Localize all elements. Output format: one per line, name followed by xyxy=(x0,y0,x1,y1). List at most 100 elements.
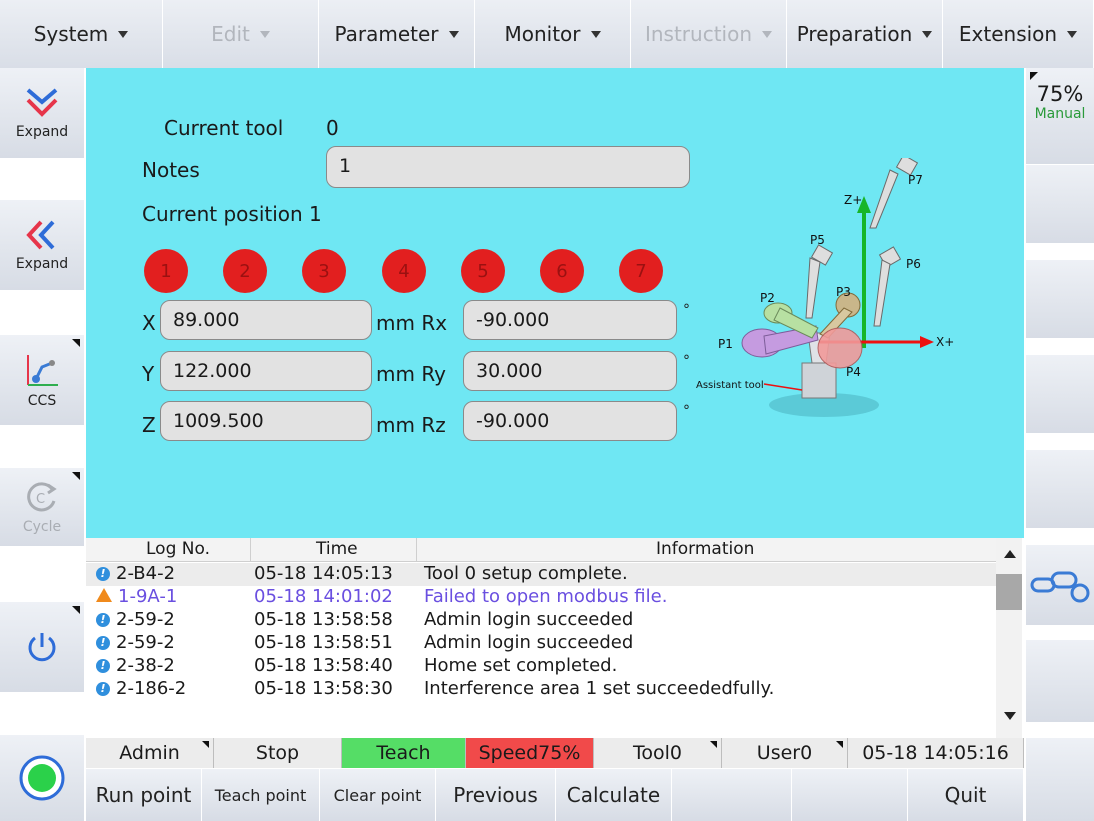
scrollbar-thumb[interactable] xyxy=(996,574,1022,610)
log-row[interactable]: ! 2-38-2 05-18 13:58:40 Home set complete… xyxy=(86,655,996,678)
scroll-up-icon[interactable] xyxy=(1004,550,1016,558)
tool-status[interactable]: Tool0 xyxy=(594,738,722,768)
log-no: 2-38-2 xyxy=(116,655,175,676)
log-row[interactable]: ! 2-B4-2 05-18 14:05:13 Tool 0 setup comp… xyxy=(86,563,996,586)
run-status-button[interactable] xyxy=(0,735,84,821)
datetime-status: 05-18 14:05:16 xyxy=(848,738,1024,768)
log-info: Tool 0 setup complete. xyxy=(424,563,628,584)
notes-input[interactable]: 1 xyxy=(326,146,690,188)
current-position-label: Current position 1 xyxy=(142,202,322,226)
point-button-6[interactable]: 6 xyxy=(540,249,584,293)
right-button-5[interactable] xyxy=(1026,450,1094,528)
previous-button[interactable]: Previous xyxy=(436,769,556,821)
run-state-status: Stop xyxy=(214,738,342,768)
right-button-7[interactable] xyxy=(1026,640,1094,722)
datetime-label: 05-18 14:05:16 xyxy=(862,742,1009,764)
log-row[interactable]: 1-9A-1 05-18 14:01:02 Failed to open mod… xyxy=(86,586,996,609)
warning-icon xyxy=(96,588,112,602)
point-button-3[interactable]: 3 xyxy=(302,249,346,293)
chevron-down-icon xyxy=(259,30,270,38)
svg-text:C: C xyxy=(36,492,45,507)
log-col-no: Log No. xyxy=(146,539,210,559)
teach-point-button[interactable]: Teach point xyxy=(202,769,320,821)
ccs-label: CCS xyxy=(27,393,57,409)
point-button-5[interactable]: 5 xyxy=(461,249,505,293)
chevron-down-icon xyxy=(448,30,459,38)
rz-input[interactable]: -90.000 xyxy=(463,401,677,441)
mode-status: Teach xyxy=(342,738,466,768)
x-label: X xyxy=(142,311,156,335)
log-info: Admin login succeeded xyxy=(424,609,634,630)
cycle-icon: C xyxy=(27,482,57,512)
right-button-4[interactable] xyxy=(1026,355,1094,433)
rx-label: mm Rx xyxy=(376,311,448,335)
empty-button-1[interactable] xyxy=(672,769,792,821)
dropdown-corner-icon xyxy=(72,472,80,480)
ry-input[interactable]: 30.000 xyxy=(463,351,677,391)
log-scrollbar[interactable] xyxy=(996,538,1022,738)
status-light-icon xyxy=(19,755,65,801)
speed-label: Speed75% xyxy=(478,742,581,764)
double-chevron-left-icon xyxy=(26,220,55,250)
expand-down-button[interactable]: Expand xyxy=(0,68,84,158)
point-button-4[interactable]: 4 xyxy=(382,249,426,293)
right-button-2[interactable] xyxy=(1026,165,1094,243)
point-button-1[interactable]: 1 xyxy=(144,249,188,293)
menu-preparation[interactable]: Preparation xyxy=(787,0,943,68)
ccs-button[interactable]: CCS xyxy=(0,335,84,425)
quit-button[interactable]: Quit xyxy=(908,769,1024,821)
info-icon: ! xyxy=(96,567,110,581)
menu-parameter[interactable]: Parameter xyxy=(319,0,475,68)
chevron-down-icon xyxy=(118,30,129,38)
menu-system[interactable]: System xyxy=(0,0,163,68)
speed-indicator[interactable]: 75% Manual xyxy=(1026,68,1094,164)
expand-left-button[interactable]: Expand xyxy=(0,200,84,290)
rx-input[interactable]: -90.000 xyxy=(463,300,677,340)
menu-extension[interactable]: Extension xyxy=(943,0,1094,68)
log-time: 05-18 14:05:13 xyxy=(254,563,393,584)
menu-instruction: Instruction xyxy=(631,0,787,68)
user-status[interactable]: Admin xyxy=(86,738,214,768)
log-table: Log No. Time Information ! 2-B4-2 05-18 1… xyxy=(86,538,1024,738)
chevron-down-icon xyxy=(590,30,601,38)
log-no: 2-59-2 xyxy=(116,632,175,653)
scroll-down-icon[interactable] xyxy=(1004,712,1016,720)
run-state-label: Stop xyxy=(255,742,300,764)
log-col-info: Information xyxy=(656,539,755,559)
log-row[interactable]: ! 2-186-2 05-18 13:58:30 Interference are… xyxy=(86,678,996,701)
tool-setup-panel: Current tool 0 Notes 1 Current position … xyxy=(86,68,1024,538)
cycle-label: Cycle xyxy=(22,519,62,535)
coord-status[interactable]: User0 xyxy=(722,738,848,768)
point-button-2[interactable]: 2 xyxy=(223,249,267,293)
z-input[interactable]: 1009.500 xyxy=(160,401,372,441)
point-button-7[interactable]: 7 xyxy=(619,249,663,293)
log-info: Failed to open modbus file. xyxy=(424,586,668,607)
x-input[interactable]: 89.000 xyxy=(160,300,372,340)
y-input[interactable]: 122.000 xyxy=(160,351,372,391)
rx-degree-unit: ° xyxy=(683,302,690,318)
dropdown-corner-icon xyxy=(836,741,843,748)
menu-preparation-label: Preparation xyxy=(796,22,913,46)
empty-button-2[interactable] xyxy=(792,769,908,821)
speed-status: Speed75% xyxy=(466,738,594,768)
double-chevron-down-icon xyxy=(26,88,58,117)
calculate-button[interactable]: Calculate xyxy=(556,769,672,821)
coordinate-robot-icon xyxy=(27,355,58,386)
log-row[interactable]: ! 2-59-2 05-18 13:58:58 Admin login succe… xyxy=(86,609,996,632)
menu-monitor[interactable]: Monitor xyxy=(475,0,631,68)
notes-label: Notes xyxy=(142,158,200,182)
menu-edit-label: Edit xyxy=(211,22,250,46)
cycle-button[interactable]: C Cycle xyxy=(0,468,84,546)
power-button[interactable] xyxy=(0,602,84,692)
menu-edit: Edit xyxy=(163,0,319,68)
right-button-8[interactable] xyxy=(1026,738,1094,821)
run-point-button[interactable]: Run point xyxy=(86,769,202,821)
log-row[interactable]: ! 2-59-2 05-18 13:58:51 Admin login succe… xyxy=(86,632,996,655)
clear-point-button[interactable]: Clear point xyxy=(320,769,436,821)
robot-view-button[interactable] xyxy=(1026,545,1094,625)
log-header: Log No. Time Information xyxy=(86,538,996,562)
mode-label: Teach xyxy=(376,742,431,764)
info-icon: ! xyxy=(96,613,110,627)
menu-system-label: System xyxy=(33,22,109,46)
right-button-3[interactable] xyxy=(1026,260,1094,338)
